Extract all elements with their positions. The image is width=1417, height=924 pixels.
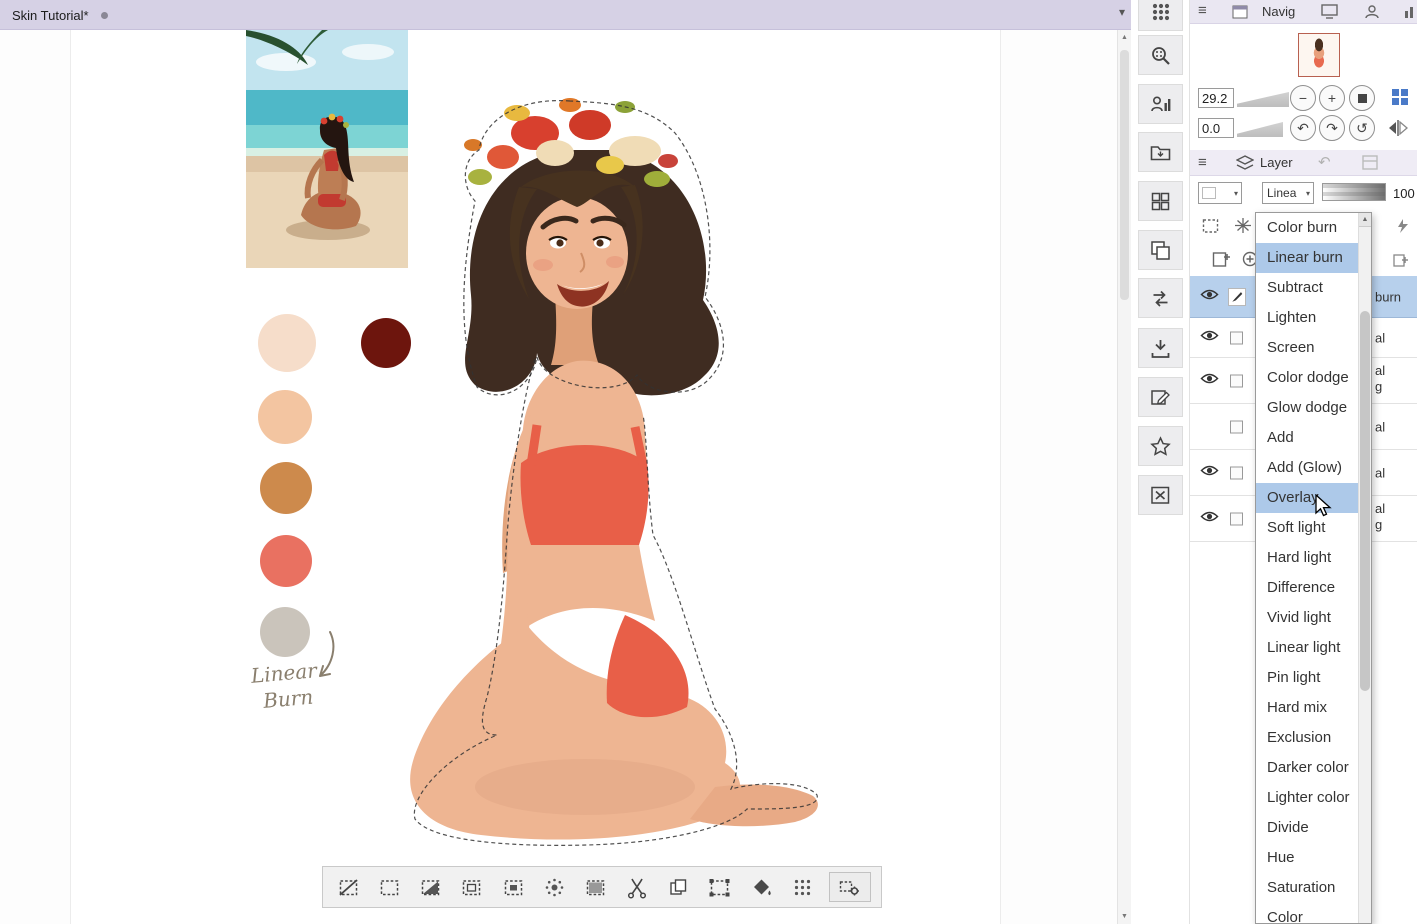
blend-option-linear-light[interactable]: Linear light bbox=[1256, 633, 1358, 663]
copy-icon[interactable] bbox=[664, 872, 694, 902]
layer-label-partial: g bbox=[1375, 517, 1383, 532]
side-toolbar bbox=[1131, 0, 1190, 924]
favorites-star-tool-button[interactable] bbox=[1138, 426, 1183, 466]
close-delete-tool-button[interactable] bbox=[1138, 475, 1183, 515]
zoom-search-tool-button[interactable] bbox=[1138, 35, 1183, 75]
blend-option-lighter-color[interactable]: Lighter color bbox=[1256, 783, 1358, 813]
layer-checkbox[interactable] bbox=[1230, 466, 1243, 479]
materials-folder-tool-button[interactable] bbox=[1138, 132, 1183, 172]
blend-option-lighten[interactable]: Lighten bbox=[1256, 303, 1358, 333]
layer-label-partial: burn bbox=[1375, 289, 1402, 304]
blend-option-hard-mix[interactable]: Hard mix bbox=[1256, 693, 1358, 723]
layer-visibility-eye-icon[interactable] bbox=[1200, 510, 1219, 528]
blend-option-hue[interactable]: Hue bbox=[1256, 843, 1358, 873]
document-tab-bar: Skin Tutorial* ▾ bbox=[0, 0, 1131, 30]
blend-mode-dropdown: Color burn Linear burn Subtract Lighten Scre… bbox=[1255, 212, 1372, 924]
layer-label-partial: al bbox=[1375, 419, 1386, 434]
blend-option-subtract[interactable]: Subtract bbox=[1256, 273, 1358, 303]
blend-option-linear-burn[interactable]: Linear burn bbox=[1256, 243, 1358, 273]
invert-selection-icon[interactable] bbox=[416, 872, 446, 902]
transform-exchange-tool-button[interactable] bbox=[1138, 278, 1183, 318]
annotation-arrow bbox=[319, 631, 335, 677]
blend-mode-dropdown-list: Color burn Linear burn Subtract Lighten Scre… bbox=[1256, 213, 1358, 923]
tab-list-chevron-icon[interactable]: ▾ bbox=[1119, 5, 1125, 19]
reference-photo bbox=[246, 30, 408, 268]
blend-option-hard-light[interactable]: Hard light bbox=[1256, 543, 1358, 573]
canvas-artwork-figure bbox=[410, 98, 818, 846]
fill-tool-icon[interactable] bbox=[746, 872, 776, 902]
blend-option-color-burn[interactable]: Color burn bbox=[1256, 213, 1358, 243]
layer-visibility-eye-icon[interactable] bbox=[1200, 329, 1219, 347]
selection-launcher bbox=[322, 866, 882, 908]
cut-icon[interactable] bbox=[622, 872, 652, 902]
layer-label-partial: g bbox=[1375, 379, 1383, 394]
blend-option-darker-color[interactable]: Darker color bbox=[1256, 753, 1358, 783]
edit-canvas-tool-button[interactable] bbox=[1138, 377, 1183, 417]
handwritten-annotation: Linear Burn bbox=[249, 658, 318, 713]
blend-option-difference[interactable]: Difference bbox=[1256, 573, 1358, 603]
layer-checkbox[interactable] bbox=[1230, 420, 1243, 433]
halftone-tool-button[interactable] bbox=[1138, 0, 1183, 31]
blend-option-add-glow-[interactable]: Add (Glow) bbox=[1256, 453, 1358, 483]
layer-checkbox[interactable] bbox=[1230, 512, 1243, 525]
deselect-icon[interactable] bbox=[333, 872, 363, 902]
layer-edit-brush-icon[interactable] bbox=[1228, 287, 1246, 306]
dropdown-scroll-up-icon[interactable]: ▲ bbox=[1359, 213, 1371, 227]
paint-swatch-tan bbox=[260, 462, 312, 514]
blend-option-saturation[interactable]: Saturation bbox=[1256, 873, 1358, 903]
blend-option-exclusion[interactable]: Exclusion bbox=[1256, 723, 1358, 753]
scrollbar-thumb[interactable] bbox=[1120, 50, 1129, 300]
scroll-up-arrow-icon[interactable]: ▲ bbox=[1118, 30, 1131, 45]
paint-swatch-mid-skin bbox=[258, 390, 312, 444]
layer-visibility-eye-icon[interactable] bbox=[1200, 372, 1219, 390]
canvas-vertical-scrollbar[interactable]: ▲ ▼ bbox=[1117, 30, 1131, 924]
blend-option-soft-light[interactable]: Soft light bbox=[1256, 513, 1358, 543]
character-stats-tool-button[interactable] bbox=[1138, 84, 1183, 124]
blend-option-overlay[interactable]: Overlay bbox=[1256, 483, 1358, 513]
dropdown-scrollbar-thumb[interactable] bbox=[1360, 311, 1370, 691]
blend-option-divide[interactable]: Divide bbox=[1256, 813, 1358, 843]
expand-selection-icon[interactable] bbox=[457, 872, 487, 902]
layer-label-partial: al bbox=[1375, 465, 1386, 480]
blend-option-add[interactable]: Add bbox=[1256, 423, 1358, 453]
fill-selected-area-icon[interactable] bbox=[581, 872, 611, 902]
document-tab-title: Skin Tutorial* bbox=[12, 7, 89, 23]
blend-option-pin-light[interactable]: Pin light bbox=[1256, 663, 1358, 693]
dropdown-scrollbar[interactable]: ▲ bbox=[1358, 213, 1371, 923]
paint-swatch-dark-maroon bbox=[361, 318, 411, 368]
layer-visibility-eye-icon[interactable] bbox=[1200, 464, 1219, 482]
layer-checkbox[interactable] bbox=[1230, 374, 1243, 387]
scroll-down-arrow-icon[interactable]: ▼ bbox=[1118, 909, 1131, 924]
layer-label-partial: al bbox=[1375, 363, 1386, 378]
paint-swatch-coral bbox=[260, 535, 312, 587]
app-window: Skin Tutorial* ▾ Linear Burn ▲ ▼ ≡ Navig… bbox=[0, 0, 1417, 924]
blend-option-color[interactable]: Color bbox=[1256, 903, 1358, 923]
grid-tool-button[interactable] bbox=[1138, 181, 1183, 221]
canvas-area[interactable]: Linear Burn bbox=[0, 30, 1117, 924]
paint-swatch-light-skin bbox=[258, 314, 316, 372]
blend-option-glow-dodge[interactable]: Glow dodge bbox=[1256, 393, 1358, 423]
unsaved-indicator-dot bbox=[100, 11, 108, 19]
layer-visibility-eye-icon[interactable] bbox=[1200, 288, 1219, 306]
blend-option-color-dodge[interactable]: Color dodge bbox=[1256, 363, 1358, 393]
layer-checkbox[interactable] bbox=[1230, 331, 1243, 344]
layer-label-partial: al bbox=[1375, 501, 1386, 516]
document-tab[interactable]: Skin Tutorial* bbox=[0, 0, 120, 30]
feather-selection-icon[interactable] bbox=[540, 872, 570, 902]
mouse-cursor bbox=[1315, 494, 1332, 517]
screentone-icon[interactable] bbox=[788, 872, 818, 902]
panel-layout-tool-button[interactable] bbox=[1138, 230, 1183, 270]
selection-settings-icon[interactable] bbox=[828, 872, 871, 902]
scale-rotate-icon[interactable] bbox=[705, 872, 735, 902]
paint-swatch-warm-gray bbox=[260, 607, 310, 657]
blend-option-vivid-light[interactable]: Vivid light bbox=[1256, 603, 1358, 633]
blend-option-screen[interactable]: Screen bbox=[1256, 333, 1358, 363]
download-tool-button[interactable] bbox=[1138, 328, 1183, 368]
select-rect-icon[interactable] bbox=[374, 872, 404, 902]
layer-label-partial: al bbox=[1375, 330, 1386, 345]
shrink-selection-icon[interactable] bbox=[498, 872, 528, 902]
